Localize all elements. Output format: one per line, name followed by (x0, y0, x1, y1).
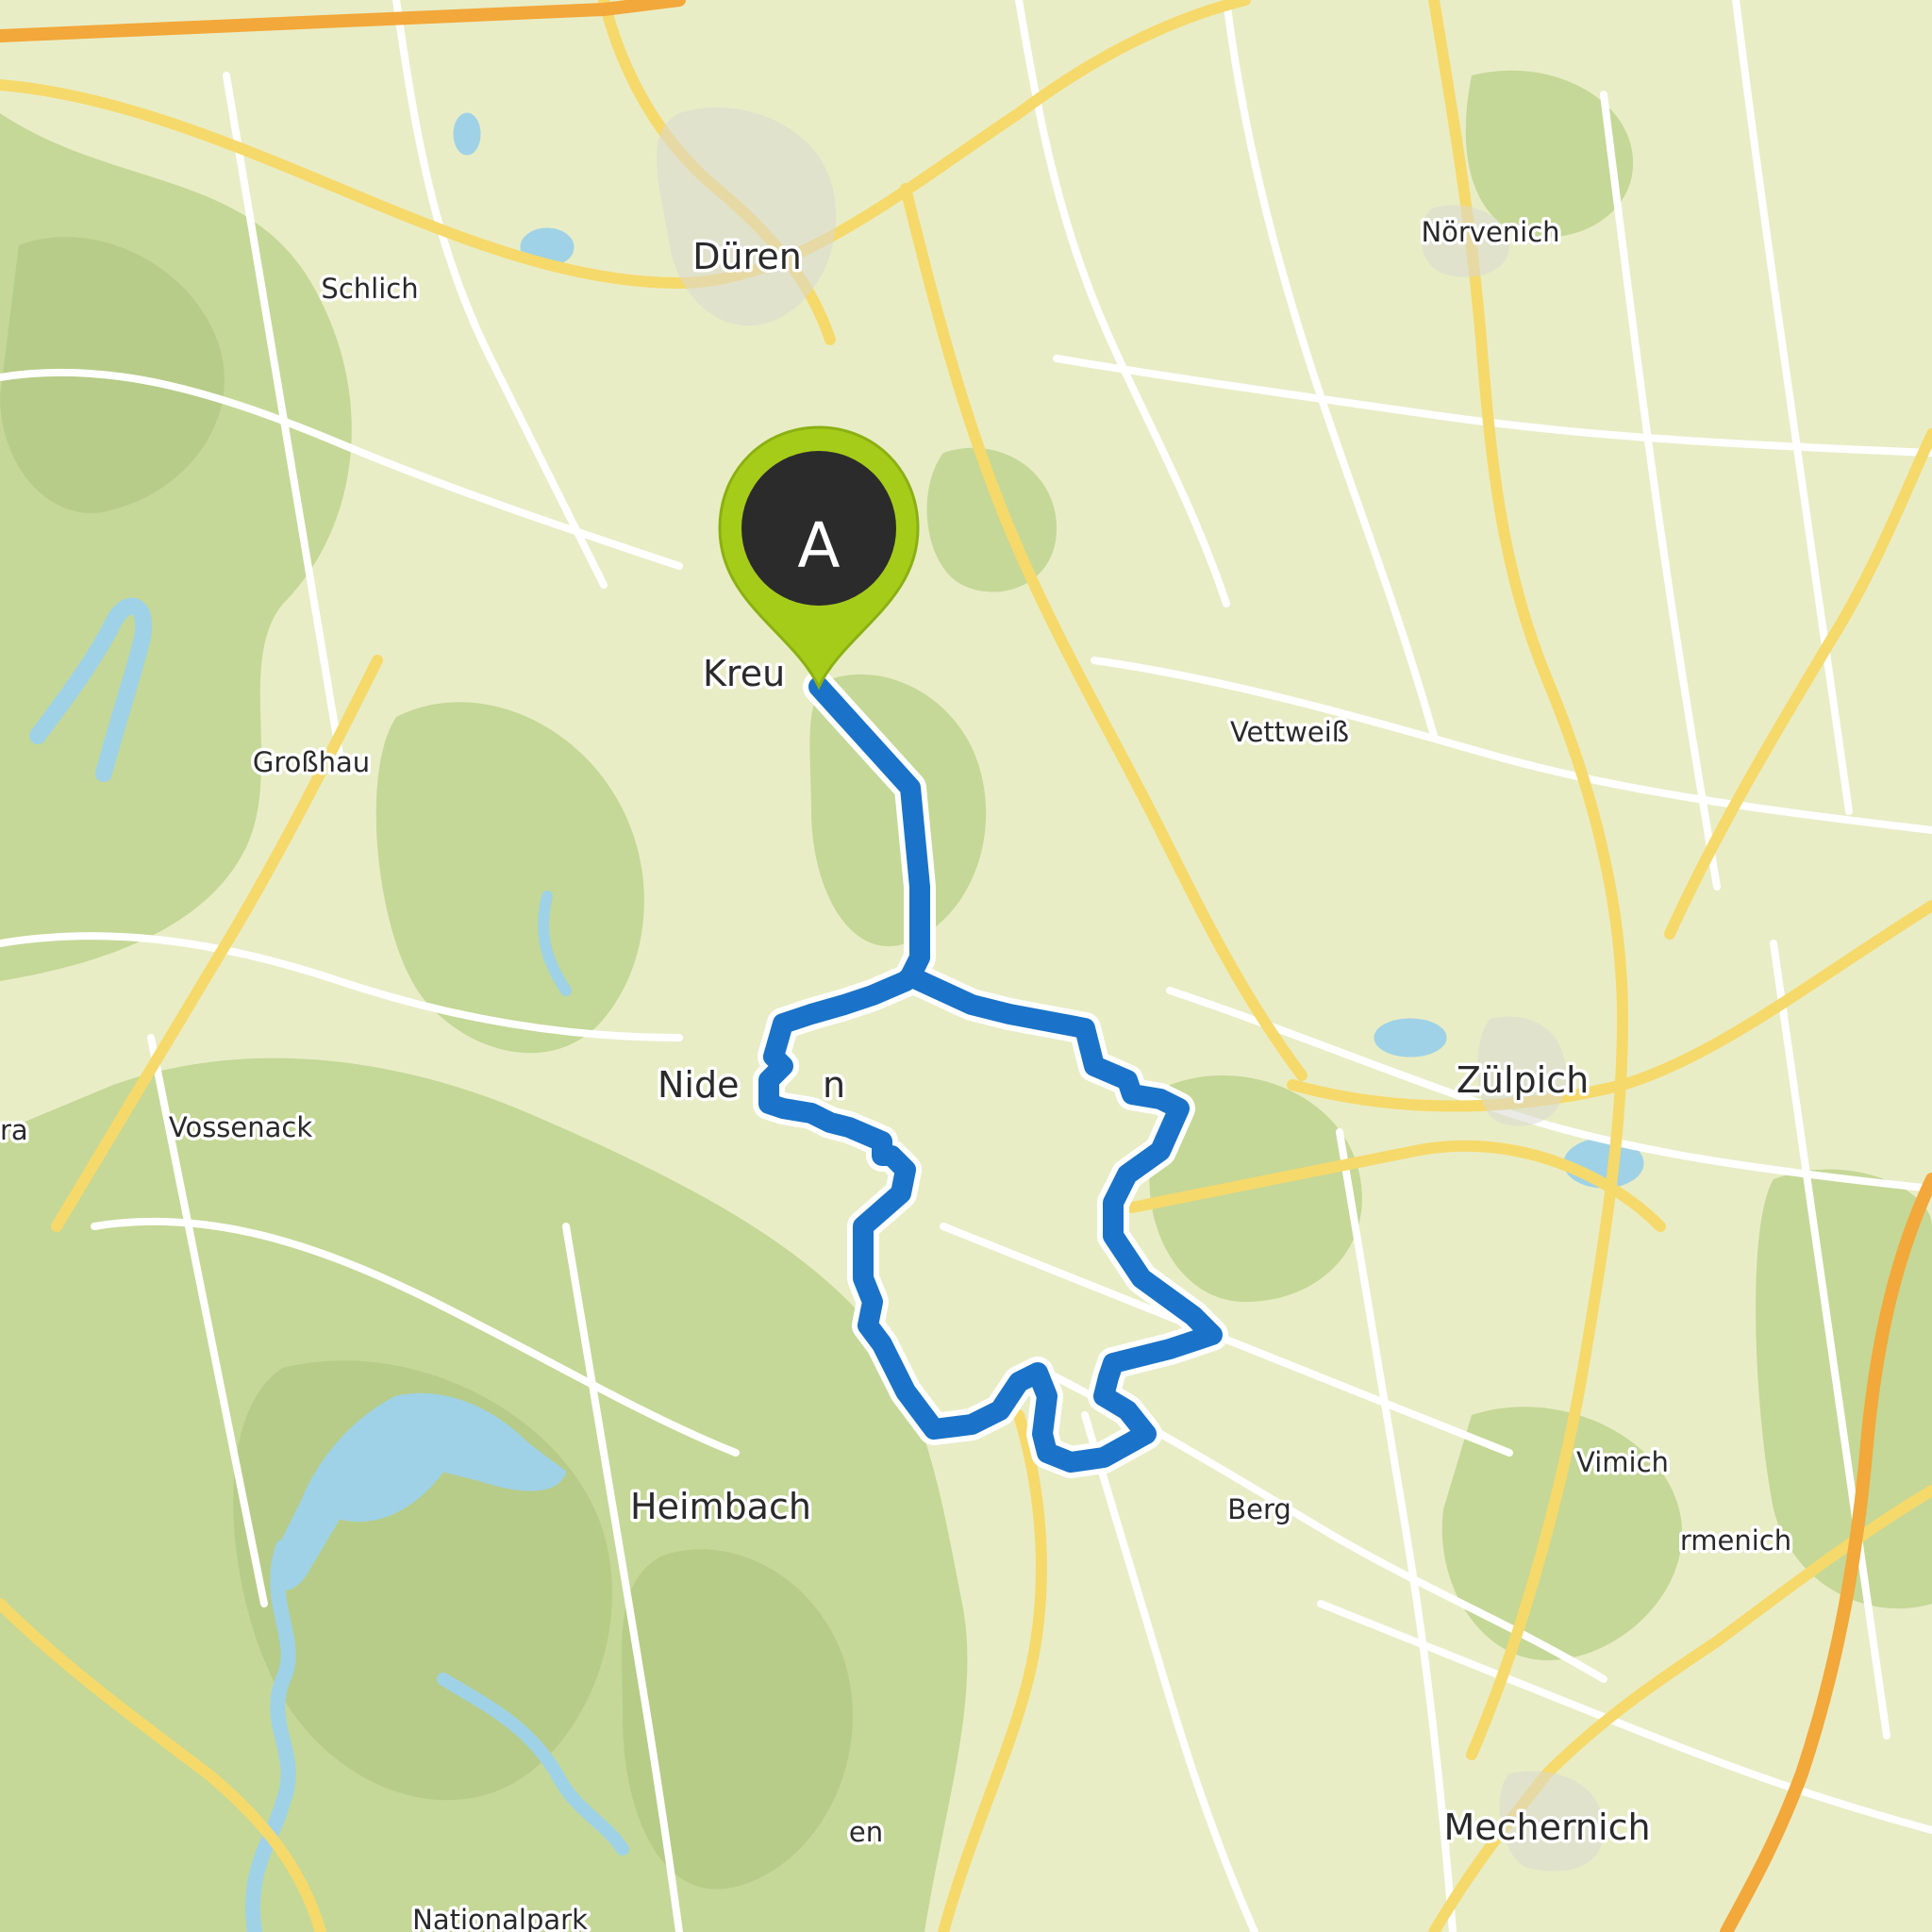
label-mechernich: Mechernich (1443, 1807, 1650, 1848)
label-heimbach: Heimbach (630, 1486, 811, 1527)
label-grosshau: Großhau (253, 746, 370, 778)
map-canvas[interactable]: Düren Schlich Nörvenich Kreu Großhau Vet… (0, 0, 1932, 1932)
label-left-edge: ra (0, 1114, 28, 1146)
label-schlich: Schlich (321, 273, 418, 305)
label-berg: Berg (1227, 1493, 1291, 1525)
label-zuelpich: Zülpich (1457, 1059, 1589, 1101)
label-noervenich: Nörvenich (1421, 216, 1559, 248)
label-ermenich: rmenich (1680, 1524, 1791, 1557)
label-nideggen: Nide (658, 1064, 739, 1106)
label-vimich: Vimich (1576, 1446, 1669, 1478)
label-nideggen-tail: n (823, 1064, 845, 1106)
label-dueren: Düren (692, 236, 802, 277)
label-bottom-fragment: en (849, 1816, 883, 1848)
label-kreuzau: Kreu (703, 653, 785, 694)
label-nationalpark: Nationalpark (412, 1904, 588, 1932)
lake-north (453, 112, 481, 156)
marker-letter: A (797, 509, 840, 582)
lake-zuelpich-north (1374, 1018, 1447, 1058)
label-vettweiss: Vettweiß (1230, 716, 1349, 748)
label-vossenack: Vossenack (169, 1111, 312, 1143)
